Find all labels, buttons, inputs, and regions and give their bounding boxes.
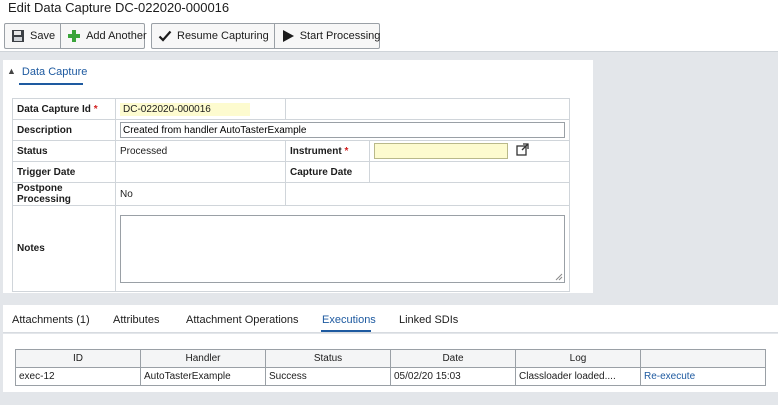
data-capture-id-label: Data Capture Id * <box>12 98 116 120</box>
empty-cell <box>285 182 570 206</box>
postpone-processing-value: No <box>115 182 286 206</box>
column-header-action <box>640 349 766 368</box>
notes-textarea[interactable] <box>120 214 565 283</box>
active-tab-underline <box>321 330 371 332</box>
page-title: Edit Data Capture DC-022020-000016 <box>8 0 230 15</box>
tab-linked-sdis[interactable]: Linked SDIs <box>399 314 458 326</box>
column-header-status[interactable]: Status <box>265 349 391 368</box>
instrument-label: Instrument * <box>285 140 370 162</box>
section-underline <box>19 83 83 85</box>
cell-action: Re-execute <box>640 367 766 386</box>
column-header-handler[interactable]: Handler <box>140 349 266 368</box>
postpone-processing-label: Postpone Processing <box>12 182 116 206</box>
column-header-id[interactable]: ID <box>15 349 141 368</box>
chevron-up-icon[interactable]: ▲ <box>7 66 16 76</box>
notes-cell <box>115 205 570 292</box>
cell-handler: AutoTasterExample <box>140 367 266 386</box>
start-processing-button[interactable]: Start Processing <box>275 24 386 48</box>
section-header[interactable]: ▲ Data Capture <box>3 60 87 84</box>
capture-date-value <box>369 161 570 183</box>
empty-cell <box>285 98 570 120</box>
status-label: Status <box>12 140 116 162</box>
start-processing-label: Start Processing <box>299 30 381 42</box>
floppy-disk-icon <box>10 28 26 44</box>
description-field[interactable] <box>120 122 565 138</box>
required-marker: * <box>93 103 98 115</box>
tab-attachment-operations[interactable]: Attachment Operations <box>186 314 299 326</box>
plus-icon <box>66 28 82 44</box>
save-button[interactable]: Save <box>5 24 62 48</box>
toolbar-group-process: Resume Capturing Start Processing <box>151 23 380 49</box>
data-capture-id-value: DC-022020-000016 <box>115 98 286 120</box>
resize-grip-icon[interactable] <box>555 273 563 281</box>
cell-status: Success <box>265 367 391 386</box>
notes-label: Notes <box>12 205 116 292</box>
toolbar-group-edit: Save Add Another <box>4 23 147 49</box>
section-title: Data Capture <box>21 66 88 78</box>
instrument-cell <box>369 140 570 162</box>
column-header-log[interactable]: Log <box>515 349 641 368</box>
tab-attachments[interactable]: Attachments (1) <box>12 314 90 326</box>
executions-table: ID Handler Status Date Log exec-12 AutoT… <box>15 349 766 386</box>
data-capture-section: ▲ Data Capture Data Capture Id * DC-0220… <box>3 60 593 293</box>
executions-panel: ID Handler Status Date Log exec-12 AutoT… <box>3 334 778 392</box>
cell-log: Classloader loaded.... <box>515 367 641 386</box>
re-execute-link[interactable]: Re-execute <box>644 371 695 382</box>
checkmark-icon <box>157 28 173 44</box>
capture-date-label: Capture Date <box>285 161 370 183</box>
resume-capturing-label: Resume Capturing <box>177 30 269 42</box>
top-bar: Edit Data Capture DC-022020-000016 Save … <box>0 0 778 52</box>
description-cell <box>115 119 570 141</box>
detail-tabs: Attachments (1) Attributes Attachment Op… <box>3 305 778 333</box>
required-marker: * <box>344 145 349 157</box>
play-icon <box>280 28 296 44</box>
instrument-field[interactable] <box>374 143 508 159</box>
column-header-date[interactable]: Date <box>390 349 516 368</box>
add-another-button[interactable]: Add Another <box>61 24 152 48</box>
trigger-date-label: Trigger Date <box>12 161 116 183</box>
trigger-date-value <box>115 161 286 183</box>
resume-capturing-button[interactable]: Resume Capturing <box>152 24 275 48</box>
add-another-label: Add Another <box>86 30 147 42</box>
description-label: Description <box>12 119 116 141</box>
cell-id: exec-12 <box>15 367 141 386</box>
tab-executions[interactable]: Executions <box>322 314 376 326</box>
table-header-row: ID Handler Status Date Log <box>15 349 766 368</box>
external-link-icon[interactable] <box>516 143 529 159</box>
table-row[interactable]: exec-12 AutoTasterExample Success 05/02/… <box>15 367 766 386</box>
cell-date: 05/02/20 15:03 <box>390 367 516 386</box>
data-capture-id-text: DC-022020-000016 <box>120 102 250 116</box>
status-value: Processed <box>115 140 286 162</box>
data-capture-form: Data Capture Id * DC-022020-000016 Descr… <box>12 98 570 292</box>
save-label: Save <box>30 30 56 42</box>
tab-attributes[interactable]: Attributes <box>113 314 159 326</box>
